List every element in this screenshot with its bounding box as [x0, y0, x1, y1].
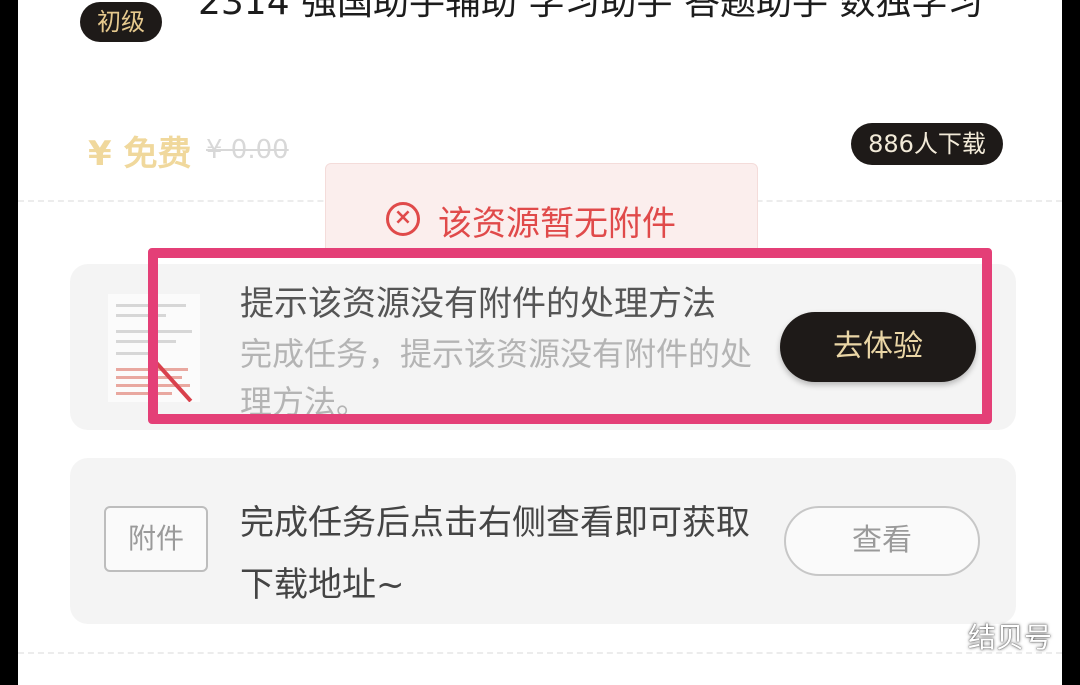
task-title: 完成任务后点击右侧查看即可获取下载地址~ — [240, 503, 750, 605]
watermark-text: 结贝号 — [968, 621, 1053, 654]
price-free: ¥ 免费 — [88, 134, 192, 174]
view-button[interactable]: 查看 — [784, 506, 980, 576]
watermark: 结贝号 — [930, 616, 1052, 656]
highlight-frame — [148, 248, 992, 424]
toast-message: × 该资源暂无附件 — [325, 163, 758, 255]
toast-text: 该资源暂无附件 — [438, 204, 676, 244]
task-card-attachment: 附件 完成任务后点击右侧查看即可获取下载地址~ 查看 — [70, 458, 1016, 624]
wechat-icon — [931, 625, 962, 648]
attachment-tag: 附件 — [104, 506, 208, 572]
resource-title: 2314 强国助手辅助 学习助手 答题助手 数独学习 — [198, 0, 984, 23]
divider — [18, 652, 1062, 654]
level-badge: 初级 — [80, 2, 162, 42]
close-circle-icon: × — [386, 202, 420, 236]
original-price: ¥ 0.00 — [206, 135, 289, 165]
app-screen: 初级 2314 强国助手辅助 学习助手 答题助手 数独学习 ¥ 免费 ¥ 0.0… — [18, 0, 1062, 685]
download-count-badge: 886人下载 — [851, 123, 1003, 165]
